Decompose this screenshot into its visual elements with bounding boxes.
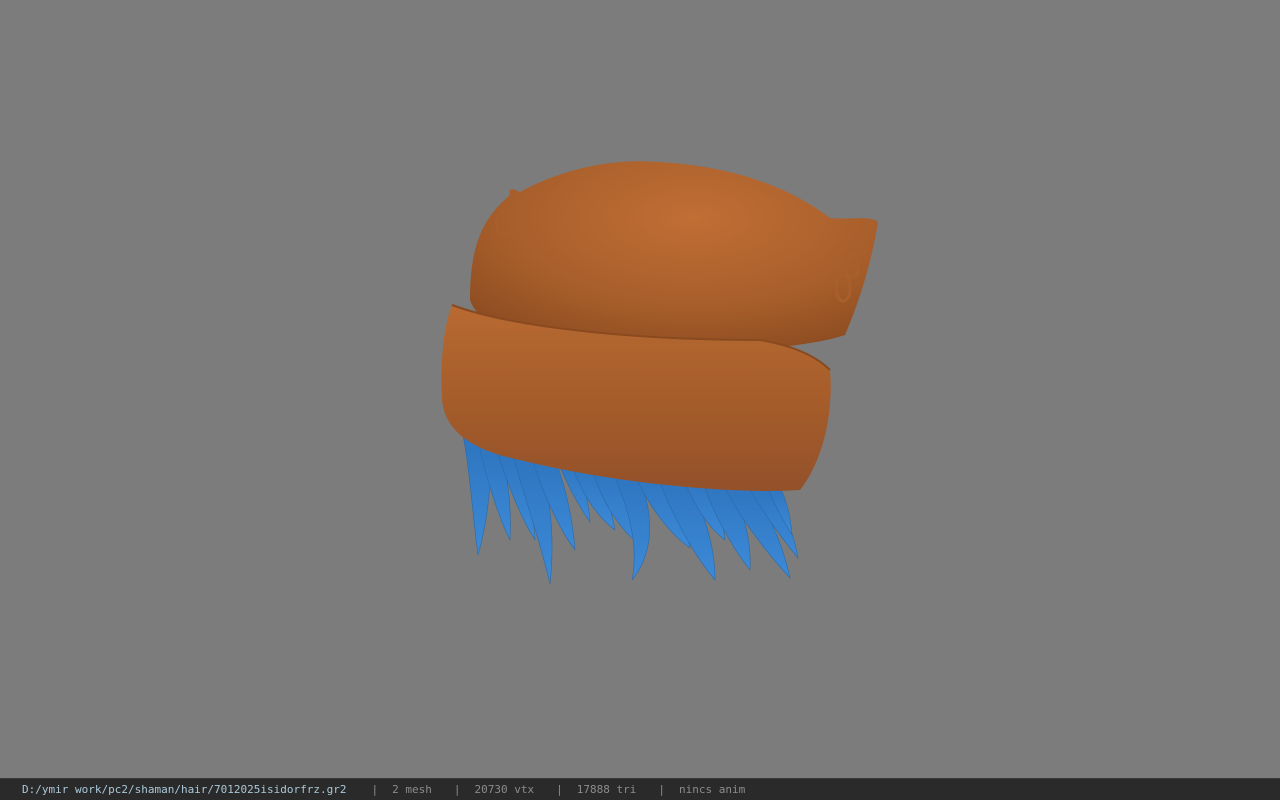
- separator: |: [371, 783, 379, 796]
- separator: |: [658, 783, 665, 796]
- separator: |: [453, 783, 461, 796]
- anim-status: nincs anim: [678, 783, 746, 796]
- file-path: D:/ymir work/pc2/shaman/hair/7012025isid…: [22, 783, 347, 796]
- model-preview[interactable]: [0, 0, 1280, 778]
- vertex-count: 20730 vtx: [474, 783, 535, 796]
- mesh-count: 2 mesh: [392, 783, 432, 796]
- triangle-count: 17888 tri: [576, 783, 637, 796]
- hat-crown: [470, 161, 878, 351]
- 3d-viewport[interactable]: [0, 0, 1280, 778]
- status-bar: D:/ymir work/pc2/shaman/hair/7012025isid…: [0, 778, 1280, 800]
- separator: |: [556, 783, 563, 796]
